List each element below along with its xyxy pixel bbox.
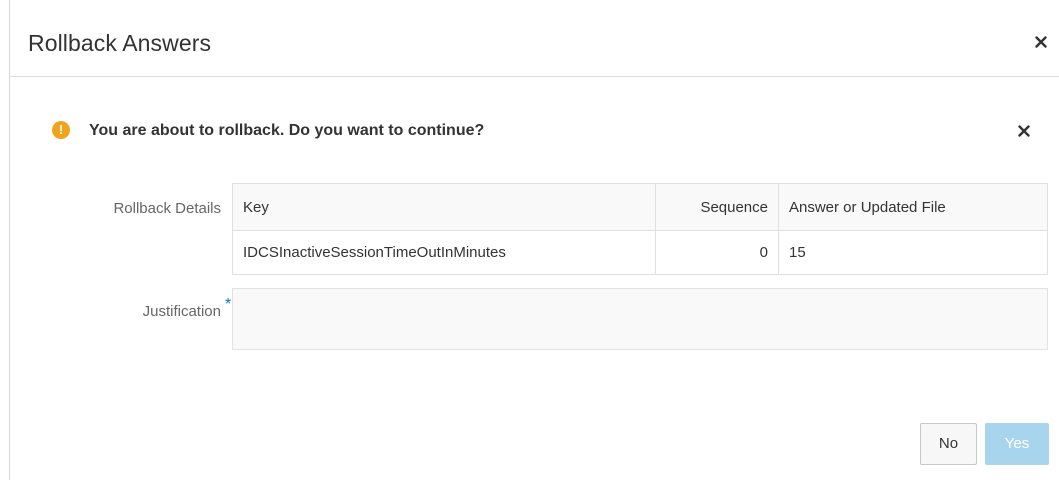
column-header-key: Key [232,183,656,231]
cell-sequence: 0 [655,230,779,275]
justification-label: Justification [142,303,221,320]
table-header-row: Key Sequence Answer or Updated File [232,183,1048,231]
warning-text: You are about to rollback. Do you want t… [89,122,485,139]
column-header-answer: Answer or Updated File [778,183,1048,231]
close-icon[interactable] [1033,34,1049,50]
cell-key: IDCSInactiveSessionTimeOutInMinutes [232,230,656,275]
required-indicator: * [225,296,232,313]
justification-input[interactable] [232,288,1048,350]
table-row: IDCSInactiveSessionTimeOutInMinutes 0 15 [232,230,1048,275]
dismiss-warning-icon[interactable] [1016,123,1032,139]
dialog-title: Rollback Answers [28,30,212,56]
column-header-sequence: Sequence [655,183,779,231]
yes-button[interactable]: Yes [985,423,1049,465]
rollback-details-label: Rollback Details [113,200,221,217]
rollback-details-table: Key Sequence Answer or Updated File IDCS… [232,183,1048,275]
warning-message: ! You are about to rollback. Do you want… [52,120,1032,142]
no-button[interactable]: No [920,423,977,465]
cell-answer: 15 [778,230,1048,275]
rollback-dialog: Rollback Answers ! You are about to roll… [0,0,1059,480]
dialog-header: Rollback Answers [10,0,1059,77]
warning-icon: ! [52,121,70,139]
